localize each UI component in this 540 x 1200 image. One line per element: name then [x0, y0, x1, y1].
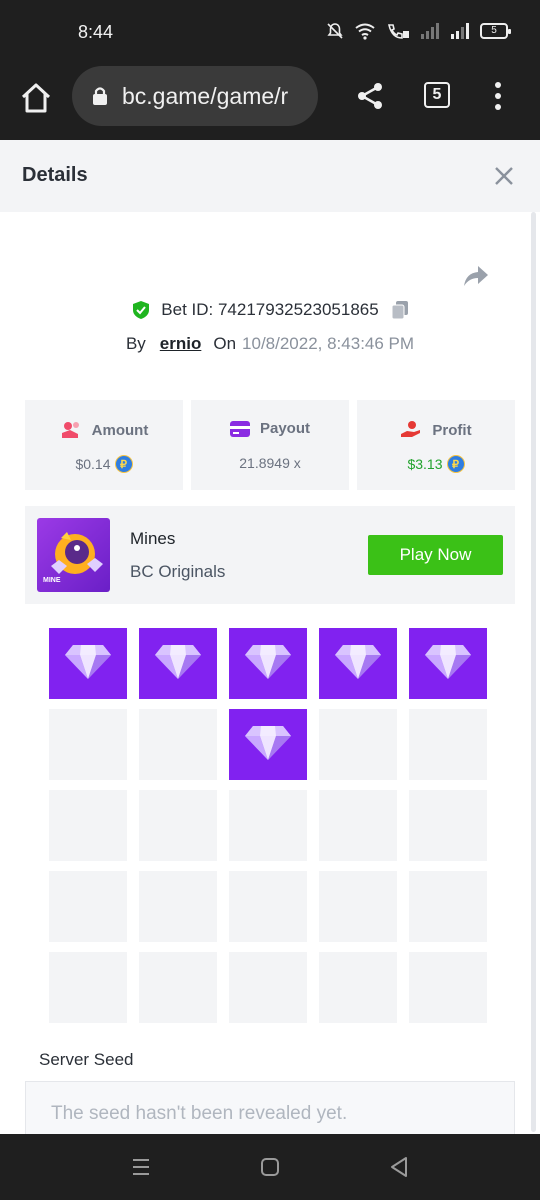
server-seed-label: Server Seed [39, 1050, 134, 1069]
amount-card: Amount $0.14 ₽ [25, 400, 183, 490]
home-icon[interactable] [18, 80, 54, 116]
profit-label: Profit [432, 421, 472, 439]
game-card: MINE Mines BC Originals Play Now [25, 506, 515, 604]
hidden-tile [229, 952, 307, 1023]
mines-board [49, 628, 487, 1023]
close-icon[interactable] [492, 164, 516, 188]
hidden-tile [229, 871, 307, 942]
revealed-gem-tile [409, 628, 487, 699]
browser-toolbar: bc.game/game/r 5 [0, 66, 540, 140]
hidden-tile [139, 871, 217, 942]
tab-switcher-button[interactable]: 5 [424, 82, 450, 108]
signal-icon [421, 23, 439, 39]
share-arrow-icon[interactable] [462, 262, 490, 290]
more-menu-icon[interactable] [490, 80, 506, 112]
diamond-icon [63, 641, 113, 686]
game-name: Mines [130, 529, 176, 548]
verified-shield-icon [133, 301, 150, 319]
payout-card: Payout 21.8949 x [191, 400, 349, 490]
details-header: Details [0, 140, 540, 212]
bc-coin-icon: ₽ [446, 455, 465, 473]
diamond-icon [153, 641, 203, 686]
diamond-icon [333, 641, 383, 686]
home-nav-icon[interactable] [257, 1154, 283, 1180]
hidden-tile [49, 871, 127, 942]
hidden-tile [139, 790, 217, 861]
on-label: On [213, 334, 237, 353]
profit-card: Profit $3.13 ₽ [357, 400, 515, 490]
status-bar: 8:44 5 [0, 0, 540, 66]
hidden-tile [409, 952, 487, 1023]
revealed-gem-tile [229, 709, 307, 780]
lock-icon [93, 87, 107, 105]
username-link[interactable]: ernio [160, 334, 202, 353]
hidden-tile [409, 709, 487, 780]
copy-icon[interactable] [391, 300, 409, 320]
bet-id-row: Bet ID: 74217932523051865 [0, 300, 540, 320]
recent-apps-icon[interactable] [128, 1154, 154, 1180]
game-provider: BC Originals [130, 562, 226, 581]
back-icon[interactable] [386, 1154, 412, 1180]
mute-icon [327, 23, 343, 39]
bet-datetime: 10/8/2022, 8:43:46 PM [242, 334, 415, 353]
thumbnail-tag: MINE [43, 577, 61, 584]
wifi-icon [355, 23, 375, 40]
payout-value: 21.8949 x [239, 455, 301, 471]
signal-icon [451, 23, 469, 39]
page-title: Details [22, 164, 88, 186]
bet-id: Bet ID: 74217932523051865 [161, 300, 379, 319]
battery-icon: 5 [480, 23, 511, 39]
bc-coin-icon: ₽ [114, 455, 133, 473]
hidden-tile [319, 952, 397, 1023]
url-text: bc.game/game/r [122, 82, 289, 109]
status-icons: 5 [326, 22, 511, 40]
hidden-tile [139, 709, 217, 780]
bet-author-row: By ernio On 10/8/2022, 8:43:46 PM [0, 334, 540, 354]
hidden-tile [319, 790, 397, 861]
payout-card-icon [229, 420, 250, 437]
clock: 8:44 [78, 22, 114, 42]
profit-hand-icon [401, 421, 421, 437]
amount-label: Amount [91, 421, 149, 439]
hidden-tile [49, 790, 127, 861]
revealed-gem-tile [319, 628, 397, 699]
hidden-tile [409, 790, 487, 861]
server-seed-field: The seed hasn't been revealed yet. [25, 1081, 515, 1141]
wifi-calling-icon [387, 24, 409, 39]
server-seed-placeholder: The seed hasn't been revealed yet. [51, 1103, 348, 1124]
amount-value: $0.14 [75, 456, 111, 472]
share-icon[interactable] [354, 80, 386, 112]
play-now-button[interactable]: Play Now [368, 535, 503, 575]
diamond-icon [243, 641, 293, 686]
revealed-gem-tile [229, 628, 307, 699]
bet-amount-icon [61, 422, 79, 438]
hidden-tile [319, 871, 397, 942]
revealed-gem-tile [49, 628, 127, 699]
mines-game-thumbnail[interactable]: MINE [37, 518, 110, 592]
hidden-tile [229, 790, 307, 861]
address-bar[interactable]: bc.game/game/r [72, 66, 318, 126]
profit-value: $3.13 [407, 456, 443, 472]
hidden-tile [409, 871, 487, 942]
hidden-tile [49, 709, 127, 780]
system-nav-bar [0, 1134, 540, 1200]
diamond-icon [243, 722, 293, 767]
by-label: By [125, 334, 146, 353]
hidden-tile [319, 709, 397, 780]
payout-label: Payout [259, 420, 310, 437]
diamond-icon [423, 641, 473, 686]
hidden-tile [139, 952, 217, 1023]
revealed-gem-tile [139, 628, 217, 699]
hidden-tile [49, 952, 127, 1023]
